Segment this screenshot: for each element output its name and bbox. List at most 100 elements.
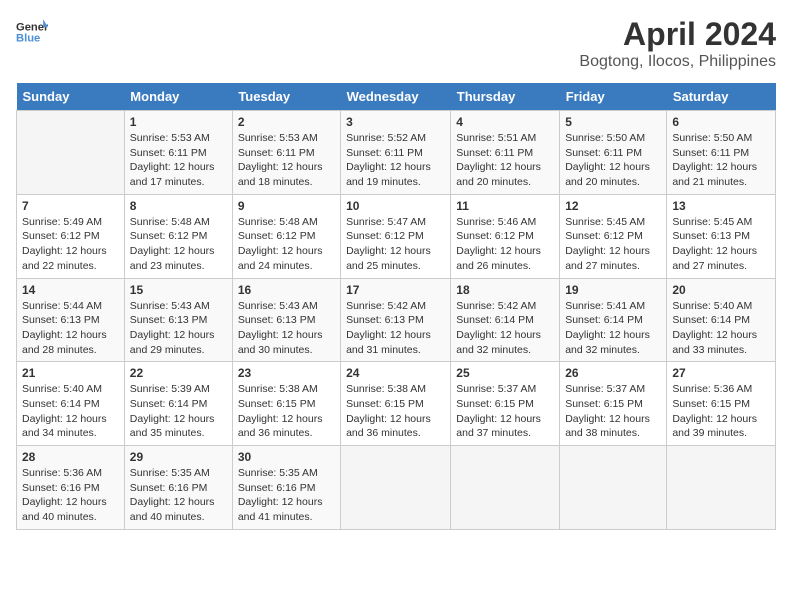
calendar-day-cell: [667, 446, 776, 530]
day-info: Sunrise: 5:37 AM Sunset: 6:15 PM Dayligh…: [456, 382, 554, 441]
day-info: Sunrise: 5:50 AM Sunset: 6:11 PM Dayligh…: [672, 131, 770, 190]
calendar-day-cell: [451, 446, 560, 530]
day-info: Sunrise: 5:42 AM Sunset: 6:14 PM Dayligh…: [456, 299, 554, 358]
day-info: Sunrise: 5:35 AM Sunset: 6:16 PM Dayligh…: [238, 466, 335, 525]
day-info: Sunrise: 5:44 AM Sunset: 6:13 PM Dayligh…: [22, 299, 119, 358]
calendar-day-cell: 16Sunrise: 5:43 AM Sunset: 6:13 PM Dayli…: [232, 278, 340, 362]
day-number: 2: [238, 115, 335, 129]
day-number: 14: [22, 283, 119, 297]
calendar-day-cell: 3 Sunrise: 5:52 AM Sunset: 6:11 PM Daylig…: [341, 111, 451, 195]
title-block: April 2024 Bogtong, Ilocos, Philippines: [579, 16, 776, 71]
day-number: 22: [130, 366, 227, 380]
calendar-week-row: 7Sunrise: 5:49 AM Sunset: 6:12 PM Daylig…: [17, 194, 776, 278]
day-number: 17: [346, 283, 445, 297]
calendar-day-cell: 18 Sunrise: 5:42 AM Sunset: 6:14 PM Dayli…: [451, 278, 560, 362]
calendar-week-row: 28 Sunrise: 5:36 AM Sunset: 6:16 PM Dayli…: [17, 446, 776, 530]
day-number: 1: [130, 115, 227, 129]
day-info: Sunrise: 5:35 AM Sunset: 6:16 PM Dayligh…: [130, 466, 227, 525]
day-number: 5: [565, 115, 661, 129]
day-info: Sunrise: 5:53 AM Sunset: 6:11 PM Dayligh…: [238, 131, 335, 190]
day-info: Sunrise: 5:40 AM Sunset: 6:14 PM Dayligh…: [22, 382, 119, 441]
calendar-day-cell: 2 Sunrise: 5:53 AM Sunset: 6:11 PM Daylig…: [232, 111, 340, 195]
day-number: 29: [130, 450, 227, 464]
day-info: Sunrise: 5:38 AM Sunset: 6:15 PM Dayligh…: [346, 382, 445, 441]
day-number: 15: [130, 283, 227, 297]
calendar-day-cell: 10 Sunrise: 5:47 AM Sunset: 6:12 PM Dayli…: [341, 194, 451, 278]
calendar-table: SundayMondayTuesdayWednesdayThursdayFrid…: [16, 83, 776, 530]
day-info: Sunrise: 5:39 AM Sunset: 6:14 PM Dayligh…: [130, 382, 227, 441]
calendar-week-row: 1 Sunrise: 5:53 AM Sunset: 6:11 PM Daylig…: [17, 111, 776, 195]
calendar-day-cell: 28 Sunrise: 5:36 AM Sunset: 6:16 PM Dayli…: [17, 446, 125, 530]
calendar-day-cell: 21 Sunrise: 5:40 AM Sunset: 6:14 PM Dayli…: [17, 362, 125, 446]
calendar-day-cell: 17Sunrise: 5:42 AM Sunset: 6:13 PM Dayli…: [341, 278, 451, 362]
day-number: 11: [456, 199, 554, 213]
svg-text:Blue: Blue: [16, 33, 40, 45]
day-info: Sunrise: 5:48 AM Sunset: 6:12 PM Dayligh…: [238, 215, 335, 274]
calendar-day-cell: 4 Sunrise: 5:51 AM Sunset: 6:11 PM Daylig…: [451, 111, 560, 195]
day-number: 8: [130, 199, 227, 213]
calendar-title: April 2024: [579, 16, 776, 53]
calendar-day-cell: 6 Sunrise: 5:50 AM Sunset: 6:11 PM Daylig…: [667, 111, 776, 195]
calendar-day-header: Monday: [124, 83, 232, 111]
day-info: Sunrise: 5:43 AM Sunset: 6:13 PM Dayligh…: [238, 299, 335, 358]
calendar-day-cell: [560, 446, 667, 530]
calendar-day-cell: 30Sunrise: 5:35 AM Sunset: 6:16 PM Dayli…: [232, 446, 340, 530]
day-info: Sunrise: 5:47 AM Sunset: 6:12 PM Dayligh…: [346, 215, 445, 274]
day-info: Sunrise: 5:37 AM Sunset: 6:15 PM Dayligh…: [565, 382, 661, 441]
day-number: 6: [672, 115, 770, 129]
calendar-day-cell: 25 Sunrise: 5:37 AM Sunset: 6:15 PM Dayli…: [451, 362, 560, 446]
calendar-day-cell: 8Sunrise: 5:48 AM Sunset: 6:12 PM Daylig…: [124, 194, 232, 278]
calendar-day-cell: 26Sunrise: 5:37 AM Sunset: 6:15 PM Dayli…: [560, 362, 667, 446]
day-number: 19: [565, 283, 661, 297]
calendar-day-cell: 7Sunrise: 5:49 AM Sunset: 6:12 PM Daylig…: [17, 194, 125, 278]
calendar-day-cell: 13Sunrise: 5:45 AM Sunset: 6:13 PM Dayli…: [667, 194, 776, 278]
calendar-day-cell: 9 Sunrise: 5:48 AM Sunset: 6:12 PM Daylig…: [232, 194, 340, 278]
calendar-day-cell: 19 Sunrise: 5:41 AM Sunset: 6:14 PM Dayli…: [560, 278, 667, 362]
calendar-day-cell: 27 Sunrise: 5:36 AM Sunset: 6:15 PM Dayli…: [667, 362, 776, 446]
day-number: 21: [22, 366, 119, 380]
day-number: 18: [456, 283, 554, 297]
day-number: 4: [456, 115, 554, 129]
day-number: 12: [565, 199, 661, 213]
day-info: Sunrise: 5:36 AM Sunset: 6:16 PM Dayligh…: [22, 466, 119, 525]
calendar-day-cell: 20 Sunrise: 5:40 AM Sunset: 6:14 PM Dayli…: [667, 278, 776, 362]
calendar-day-header: Friday: [560, 83, 667, 111]
day-info: Sunrise: 5:38 AM Sunset: 6:15 PM Dayligh…: [238, 382, 335, 441]
day-number: 10: [346, 199, 445, 213]
day-info: Sunrise: 5:50 AM Sunset: 6:11 PM Dayligh…: [565, 131, 661, 190]
day-number: 27: [672, 366, 770, 380]
calendar-day-cell: [17, 111, 125, 195]
calendar-day-header: Sunday: [17, 83, 125, 111]
calendar-day-cell: 14 Sunrise: 5:44 AM Sunset: 6:13 PM Dayli…: [17, 278, 125, 362]
page-header: General Blue April 2024 Bogtong, Ilocos,…: [16, 16, 776, 71]
calendar-day-cell: 29 Sunrise: 5:35 AM Sunset: 6:16 PM Dayli…: [124, 446, 232, 530]
calendar-day-cell: 5 Sunrise: 5:50 AM Sunset: 6:11 PM Daylig…: [560, 111, 667, 195]
calendar-day-header: Saturday: [667, 83, 776, 111]
calendar-day-header: Thursday: [451, 83, 560, 111]
day-info: Sunrise: 5:41 AM Sunset: 6:14 PM Dayligh…: [565, 299, 661, 358]
day-number: 20: [672, 283, 770, 297]
day-info: Sunrise: 5:43 AM Sunset: 6:13 PM Dayligh…: [130, 299, 227, 358]
calendar-day-cell: 23Sunrise: 5:38 AM Sunset: 6:15 PM Dayli…: [232, 362, 340, 446]
day-number: 7: [22, 199, 119, 213]
day-info: Sunrise: 5:52 AM Sunset: 6:11 PM Dayligh…: [346, 131, 445, 190]
day-info: Sunrise: 5:45 AM Sunset: 6:12 PM Dayligh…: [565, 215, 661, 274]
calendar-day-cell: [341, 446, 451, 530]
calendar-day-header: Wednesday: [341, 83, 451, 111]
calendar-day-cell: 12 Sunrise: 5:45 AM Sunset: 6:12 PM Dayli…: [560, 194, 667, 278]
day-number: 28: [22, 450, 119, 464]
day-number: 24: [346, 366, 445, 380]
calendar-day-header: Tuesday: [232, 83, 340, 111]
logo: General Blue: [16, 16, 52, 48]
calendar-week-row: 21 Sunrise: 5:40 AM Sunset: 6:14 PM Dayli…: [17, 362, 776, 446]
day-number: 3: [346, 115, 445, 129]
day-info: Sunrise: 5:40 AM Sunset: 6:14 PM Dayligh…: [672, 299, 770, 358]
calendar-week-row: 14 Sunrise: 5:44 AM Sunset: 6:13 PM Dayli…: [17, 278, 776, 362]
day-info: Sunrise: 5:51 AM Sunset: 6:11 PM Dayligh…: [456, 131, 554, 190]
day-number: 9: [238, 199, 335, 213]
day-info: Sunrise: 5:36 AM Sunset: 6:15 PM Dayligh…: [672, 382, 770, 441]
day-number: 25: [456, 366, 554, 380]
day-info: Sunrise: 5:45 AM Sunset: 6:13 PM Dayligh…: [672, 215, 770, 274]
calendar-day-cell: 24 Sunrise: 5:38 AM Sunset: 6:15 PM Dayli…: [341, 362, 451, 446]
day-info: Sunrise: 5:53 AM Sunset: 6:11 PM Dayligh…: [130, 131, 227, 190]
